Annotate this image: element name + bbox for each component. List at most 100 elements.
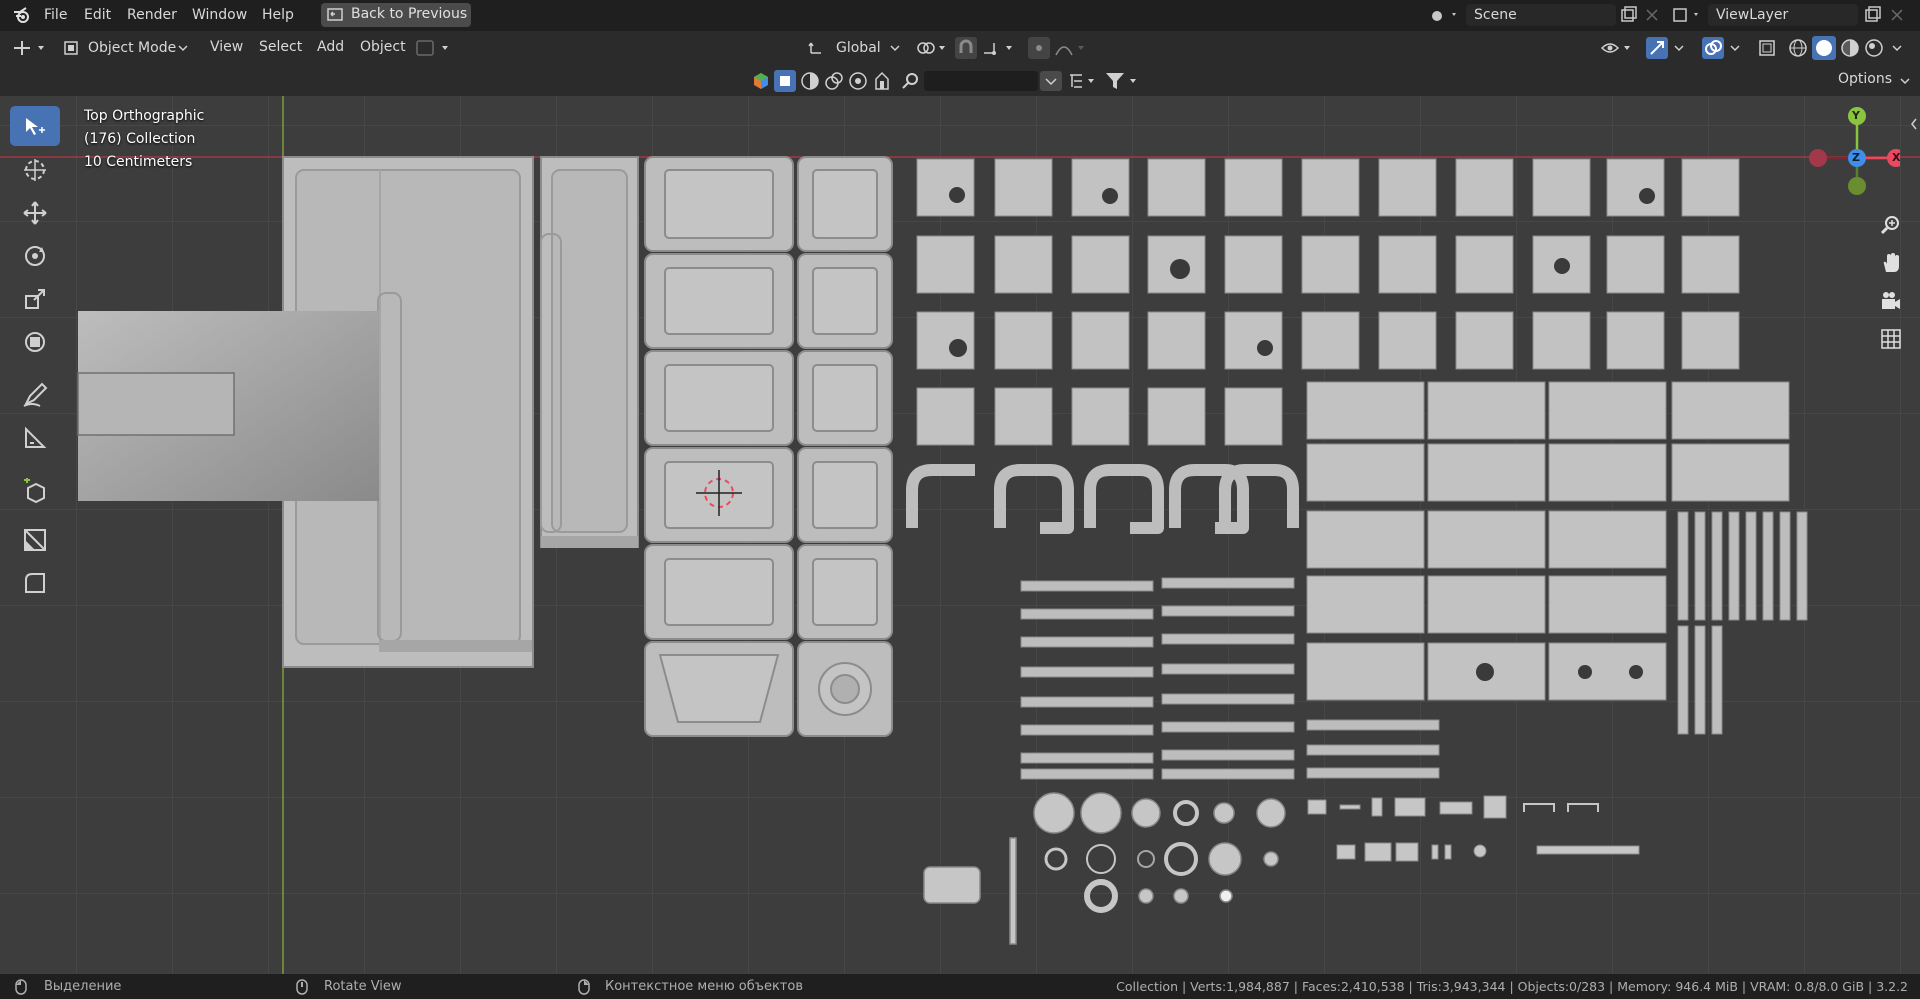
tool-cursor[interactable] [10, 149, 60, 189]
funnel-filter-icon[interactable] [1104, 71, 1140, 91]
sort-icon[interactable] [1068, 72, 1098, 90]
tool-annotate[interactable] [10, 374, 60, 414]
snap-icon[interactable] [955, 37, 977, 59]
chevron-down-icon[interactable] [1674, 45, 1684, 52]
search-input[interactable] [924, 71, 1038, 91]
mouse-left-icon [15, 979, 27, 995]
new-view-layer-icon[interactable] [1864, 6, 1882, 24]
view-layer-icon[interactable] [1672, 6, 1702, 24]
top-bar: File Edit Render Window Help Back to Pre… [0, 0, 1920, 31]
navigation-gizmo[interactable] [1800, 106, 1900, 196]
back-to-previous-button[interactable]: Back to Previous [321, 3, 471, 27]
proportional-edit-icon[interactable] [1028, 37, 1050, 59]
menu-window[interactable]: Window [192, 7, 247, 23]
editor-type-icon[interactable] [12, 39, 48, 57]
tool-add-cube[interactable] [10, 470, 60, 510]
select-mode-circle-icon[interactable] [848, 71, 868, 91]
tool-move[interactable] [10, 192, 60, 232]
scene-statistics: Collection | Verts:1,984,887 | Faces:2,4… [1116, 979, 1908, 994]
viewport-header: Object Mode View Select Add Object Globa… [0, 31, 1920, 65]
sidebar-toggle-icon[interactable] [1910, 118, 1918, 130]
falloff-icon[interactable] [1054, 39, 1090, 57]
viewport-tool-header: Options [0, 65, 1920, 96]
curved-trim-shapes [906, 464, 1299, 534]
gizmo-toggle-icon[interactable] [1646, 37, 1668, 59]
visibility-icon[interactable] [1600, 39, 1634, 57]
transform-orientation-dropdown[interactable]: Global [804, 37, 904, 59]
xray-icon[interactable] [1758, 39, 1776, 57]
search-icon [902, 73, 918, 89]
status-hint-rotate: Rotate View [324, 979, 402, 994]
blender-logo-icon[interactable] [12, 6, 32, 26]
gizmo-x-label: X [1892, 151, 1901, 164]
scene-selector[interactable]: Scene [1466, 4, 1616, 26]
cursor-icon [24, 159, 46, 181]
rendered-shading-icon[interactable] [1864, 38, 1884, 58]
floating-plane-object [77, 311, 379, 501]
gizmo-z-label: Z [1852, 151, 1860, 164]
menu-render[interactable]: Render [127, 7, 177, 23]
header-menu-select[interactable]: Select [259, 39, 302, 55]
grid-icon[interactable] [1880, 328, 1902, 350]
chevron-down-icon[interactable] [1730, 45, 1740, 52]
tool-measure[interactable] [10, 417, 60, 457]
object-mode-icon [64, 41, 78, 55]
scifi-panel-grid [644, 156, 893, 737]
close-scene-icon[interactable] [1645, 8, 1659, 22]
orientation-icon [808, 42, 821, 54]
header-menu-view[interactable]: View [210, 39, 243, 55]
snap-target-icon[interactable] [982, 39, 1018, 57]
tool-rotate[interactable] [10, 235, 60, 275]
select-mode-box-icon[interactable] [774, 70, 796, 92]
back-to-previous-label: Back to Previous [351, 6, 468, 22]
object-mode-dropdown[interactable]: Object Mode [58, 37, 194, 59]
add-cube-icon [24, 478, 45, 504]
filter-dropdown-icon[interactable] [1040, 71, 1062, 91]
3d-viewport[interactable]: Top Orthographic (176) Collection 10 Cen… [0, 96, 1920, 974]
view-name: Top Orthographic [84, 108, 205, 124]
menu-file[interactable]: File [44, 7, 67, 23]
scene-objects [0, 96, 1920, 974]
tool-transform[interactable] [10, 321, 60, 361]
move-icon [23, 201, 47, 225]
wireframe-shading-icon[interactable] [1788, 38, 1808, 58]
zoom-icon[interactable] [1880, 214, 1902, 236]
menu-help[interactable]: Help [262, 7, 294, 23]
select-mode-lasso-icon[interactable] [824, 71, 844, 91]
tool-bevel[interactable] [10, 562, 60, 602]
menu-edit[interactable]: Edit [84, 7, 111, 23]
edit-mode-options-icon[interactable] [416, 40, 452, 56]
view-layer-selector[interactable]: ViewLayer [1708, 4, 1858, 26]
overlays-icon[interactable] [1702, 37, 1724, 59]
collection-info: (176) Collection [84, 131, 196, 147]
pan-hand-icon[interactable] [1880, 252, 1902, 274]
annotate-icon [23, 382, 48, 407]
measure-icon [25, 426, 47, 448]
grid-scale: 10 Centimeters [84, 154, 193, 170]
pivot-point-icon[interactable] [915, 39, 949, 57]
tool-select-box[interactable] [10, 106, 60, 146]
camera-icon[interactable] [1880, 290, 1902, 312]
uv-icon [24, 529, 46, 551]
color-picker-icon[interactable] [752, 72, 770, 90]
object-mode-label: Object Mode [88, 40, 177, 56]
solid-shading-icon[interactable] [1812, 36, 1836, 60]
material-shading-icon[interactable] [1840, 38, 1860, 58]
tool-uv[interactable] [10, 519, 60, 559]
header-menu-add[interactable]: Add [317, 39, 344, 55]
options-label: Options [1838, 71, 1893, 87]
mouse-middle-icon [296, 979, 308, 995]
view-layer-label: ViewLayer [1716, 7, 1789, 23]
new-scene-icon[interactable] [1620, 6, 1638, 24]
tool-scale[interactable] [10, 278, 60, 318]
screen-icon [327, 8, 343, 21]
close-view-layer-icon[interactable] [1890, 8, 1904, 22]
scene-type-icon[interactable] [1430, 6, 1460, 24]
chevron-down-icon[interactable] [1892, 45, 1902, 52]
scene-label: Scene [1474, 7, 1517, 23]
select-mode-sphere-icon[interactable] [800, 71, 820, 91]
select-mode-tweak-icon[interactable] [872, 71, 892, 91]
header-menu-object[interactable]: Object [360, 39, 406, 55]
options-dropdown[interactable]: Options [1830, 69, 1916, 91]
orientation-label: Global [836, 40, 881, 56]
